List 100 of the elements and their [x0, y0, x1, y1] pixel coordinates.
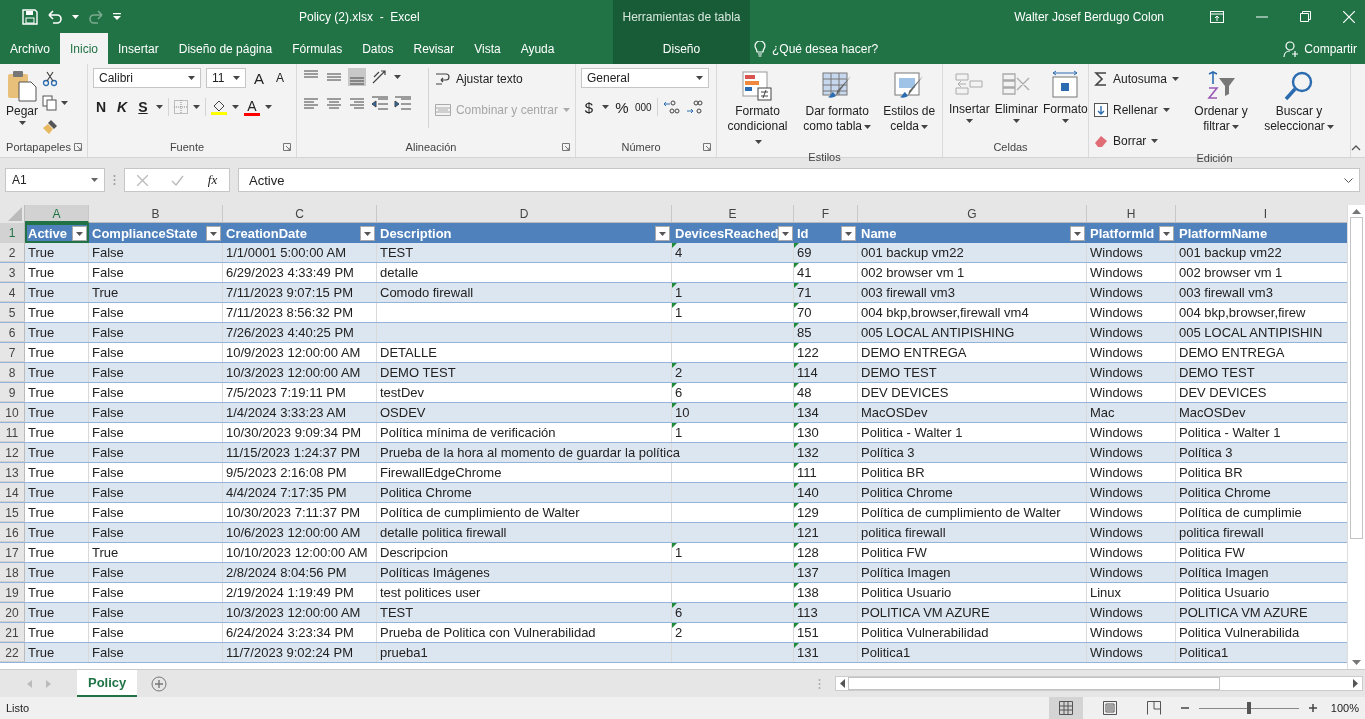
wrap-text-button[interactable]: Ajustar texto — [434, 68, 570, 90]
close-icon[interactable] — [1343, 10, 1355, 23]
bold-button[interactable]: N — [93, 97, 109, 117]
row-number[interactable]: 3 — [0, 263, 25, 282]
horizontal-scrollbar[interactable] — [835, 676, 1363, 691]
row-number[interactable]: 19 — [0, 583, 25, 602]
row-number[interactable]: 13 — [0, 463, 25, 482]
sheet-tab[interactable]: Policy — [77, 670, 138, 697]
customize-icon[interactable] — [113, 13, 121, 20]
add-sheet-icon[interactable] — [151, 675, 168, 692]
caret-icon[interactable] — [265, 105, 272, 109]
paste-button[interactable]: Pegar — [5, 68, 40, 127]
font-family-field[interactable]: Calibri — [93, 68, 201, 88]
name-box[interactable]: A1 — [5, 168, 105, 192]
row-number[interactable]: 1 — [0, 223, 25, 243]
filter-dropdown-icon[interactable] — [206, 225, 221, 241]
decrease-decimal-icon[interactable] — [685, 99, 704, 115]
row-number[interactable]: 2 — [0, 243, 25, 262]
editing-button[interactable]: Autosuma — [1094, 68, 1186, 90]
cells-button[interactable]: Formato — [1042, 68, 1089, 125]
grow-font-button[interactable]: A — [251, 68, 267, 88]
tell-me-box[interactable]: ¿Qué desea hacer? — [754, 33, 879, 64]
caret-icon[interactable] — [18, 121, 26, 125]
dialog-launcher-icon[interactable] — [283, 143, 291, 151]
caret-icon[interactable] — [394, 75, 401, 79]
vertical-scrollbar[interactable] — [1347, 205, 1365, 669]
decrease-indent-icon[interactable] — [371, 96, 389, 112]
user-name[interactable]: Walter Josef Berdugo Colon — [1014, 9, 1164, 24]
italic-button[interactable]: K — [114, 97, 130, 117]
row-number[interactable]: 9 — [0, 383, 25, 402]
ribbon-tab[interactable]: Datos — [352, 33, 404, 64]
currency-button[interactable]: $ — [581, 97, 597, 117]
dialog-launcher-icon[interactable] — [562, 143, 570, 151]
style-button[interactable]: Estilos de celda — [881, 68, 937, 136]
view-button[interactable] — [1048, 697, 1083, 719]
scissors-icon[interactable] — [42, 71, 59, 87]
row-number[interactable]: 16 — [0, 523, 25, 542]
zoom-in-icon[interactable] — [1308, 704, 1317, 712]
row-number[interactable]: 12 — [0, 443, 25, 462]
filter-dropdown-icon[interactable] — [72, 225, 87, 241]
style-button[interactable]: Formato condicional — [722, 68, 793, 151]
save-icon[interactable] — [22, 8, 38, 25]
row-number[interactable]: 18 — [0, 563, 25, 582]
collapse-ribbon-icon[interactable] — [1351, 145, 1361, 151]
row-number[interactable]: 7 — [0, 343, 25, 362]
row-number[interactable]: 11 — [0, 423, 25, 442]
shrink-font-button[interactable]: A — [272, 68, 288, 88]
percent-button[interactable]: % — [614, 97, 630, 117]
slider-thumb[interactable] — [1246, 702, 1251, 714]
copy-icon[interactable] — [42, 95, 59, 111]
row-number[interactable]: 4 — [0, 283, 25, 302]
checkmark-icon[interactable] — [171, 174, 185, 186]
ribbon-tab[interactable]: Archivo — [0, 33, 60, 64]
font-size-field[interactable]: 11 — [206, 68, 246, 88]
ribbon-tab[interactable]: Diseño — [613, 33, 750, 64]
scroll-right-icon[interactable] — [1353, 679, 1358, 688]
scroll-up-icon[interactable] — [1352, 209, 1361, 214]
column-letter[interactable]: A — [25, 205, 89, 223]
editing-button[interactable]: Rellenar — [1094, 99, 1186, 121]
row-number[interactable]: 10 — [0, 403, 25, 422]
caret-icon[interactable] — [602, 105, 609, 109]
thousands-button[interactable]: 000 — [635, 97, 652, 117]
scroll-thumb[interactable] — [848, 677, 1220, 690]
row-number[interactable]: 5 — [0, 303, 25, 322]
filter-dropdown-icon[interactable] — [360, 225, 375, 241]
filter-dropdown-icon[interactable] — [778, 225, 794, 241]
ribbon-tab[interactable]: Fórmulas — [282, 33, 353, 64]
orientation-icon[interactable] — [371, 69, 389, 85]
filter-dropdown-icon[interactable] — [655, 225, 670, 241]
formula-field[interactable]: Active — [238, 168, 1360, 192]
ribbon-tab[interactable]: Insertar — [108, 33, 169, 64]
ribbon-tab[interactable]: Vista — [464, 33, 511, 64]
row-number[interactable]: 14 — [0, 483, 25, 502]
scroll-left-icon[interactable] — [840, 679, 845, 688]
editing-button[interactable]: Buscar y seleccionar — [1256, 68, 1342, 136]
number-format-field[interactable]: General — [581, 68, 709, 88]
style-button[interactable]: Dar formato como tabla — [795, 68, 879, 136]
font-color-button[interactable]: A — [244, 98, 260, 116]
undo-icon[interactable] — [47, 9, 63, 24]
row-number[interactable]: 8 — [0, 363, 25, 382]
ribbon-tab[interactable]: Inicio — [60, 33, 109, 64]
caret-icon[interactable] — [232, 105, 239, 109]
ribbon-tab[interactable]: Diseño de página — [168, 33, 283, 64]
minimize-icon[interactable] — [1256, 15, 1268, 18]
underline-button[interactable]: S — [135, 97, 151, 117]
ribbon-tab[interactable]: Revisar — [403, 33, 465, 64]
zoom-level[interactable]: 100% — [1330, 702, 1359, 714]
row-number[interactable]: 6 — [0, 323, 25, 342]
caret-icon[interactable] — [61, 101, 69, 105]
ribbon-tab[interactable]: Ayuda — [510, 33, 565, 64]
cells-button[interactable]: Eliminar — [993, 68, 1040, 125]
expand-icon[interactable] — [1344, 177, 1353, 183]
editing-button[interactable]: Borrar — [1094, 130, 1186, 152]
row-number[interactable]: 20 — [0, 603, 25, 622]
filter-dropdown-icon[interactable] — [1070, 225, 1085, 241]
scroll-down-icon[interactable] — [1352, 660, 1361, 665]
caret-icon[interactable] — [72, 14, 79, 19]
share-button[interactable]: Compartir — [1283, 33, 1357, 64]
filter-dropdown-icon[interactable] — [841, 225, 856, 241]
row-number[interactable]: 21 — [0, 623, 25, 642]
